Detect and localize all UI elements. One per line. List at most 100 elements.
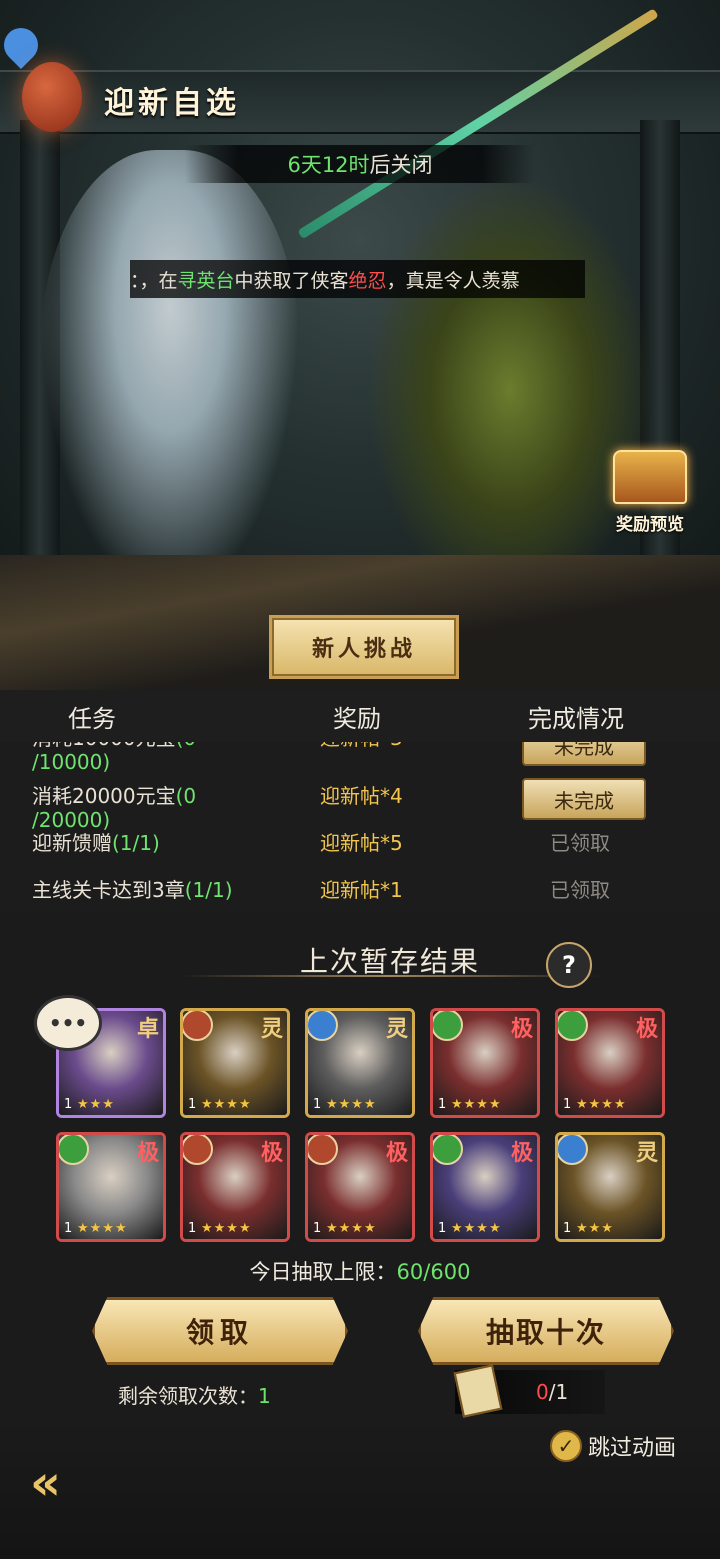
task-status-button[interactable]: 未完成 bbox=[522, 742, 646, 766]
hero-card[interactable]: 极 1 ★★★★ bbox=[555, 1008, 665, 1118]
header-reward: 奖励 bbox=[333, 704, 381, 733]
hero-grade: 灵 bbox=[385, 1017, 408, 1042]
checkbox-checked-icon[interactable]: ✓ bbox=[550, 1430, 582, 1462]
task-text: 消耗20000元宝(0/20000) bbox=[32, 784, 292, 832]
reward-preview-button[interactable]: 奖励预览 bbox=[600, 450, 700, 545]
task-progress: (1/1) bbox=[112, 831, 160, 855]
hero-level: 1 bbox=[313, 1097, 322, 1112]
marquee-hero: 绝忍 bbox=[348, 269, 387, 292]
ticket-have: 0 bbox=[536, 1380, 549, 1404]
hero-grade: 极 bbox=[635, 1017, 658, 1042]
hero-card[interactable]: 灵 1 ★★★ bbox=[555, 1132, 665, 1242]
task-name: 主线关卡达到3章 bbox=[32, 878, 185, 902]
faction-icon bbox=[558, 1135, 588, 1165]
hero-stars: ★★★ bbox=[576, 1221, 614, 1236]
hero-stars: ★★★★ bbox=[326, 1221, 377, 1236]
task-progress: /10000) bbox=[32, 750, 111, 774]
faction-icon bbox=[558, 1011, 588, 1041]
task-list[interactable]: 消耗10000元宝(0/10000) 迎新帖*3 未完成 消耗20000元宝(0… bbox=[0, 742, 720, 912]
task-name: 迎新馈赠 bbox=[32, 831, 112, 855]
task-progress: (0 bbox=[175, 784, 197, 808]
marquee-suffix: ，真是令人羡慕 bbox=[386, 269, 520, 292]
hero-card[interactable]: 极 1 ★★★★ bbox=[56, 1132, 166, 1242]
remaining-claims: 剩余领取次数：1 bbox=[118, 1380, 271, 1409]
lantern-icon bbox=[22, 62, 82, 132]
hero-level: 1 bbox=[438, 1097, 447, 1112]
hero-card[interactable]: 灵 1 ★★★★ bbox=[180, 1008, 290, 1118]
last-result-title: 上次暂存结果 bbox=[300, 945, 481, 978]
skip-animation-toggle[interactable]: ✓ 跳过动画 bbox=[550, 1430, 676, 1462]
hero-grade: 极 bbox=[260, 1141, 283, 1166]
faction-icon bbox=[59, 1135, 89, 1165]
hero-level: 1 bbox=[188, 1097, 197, 1112]
task-text: 主线关卡达到3章(1/1) bbox=[32, 878, 312, 902]
newcomer-challenge-tab[interactable]: 新人挑战 bbox=[272, 618, 456, 676]
hero-card[interactable]: 极 1 ★★★★ bbox=[430, 1132, 540, 1242]
daily-draw-limit: 今日抽取上限：60/600 bbox=[0, 1256, 720, 1286]
hero-stars: ★★★★ bbox=[576, 1097, 627, 1112]
faction-icon bbox=[433, 1011, 463, 1041]
task-text: 迎新馈赠(1/1) bbox=[32, 831, 292, 855]
hero-card[interactable]: 极 1 ★★★★ bbox=[430, 1008, 540, 1118]
hero-grade: 极 bbox=[385, 1141, 408, 1166]
marquee-middle: 中获取了侠客 bbox=[234, 269, 349, 292]
task-status-button[interactable]: 未完成 bbox=[522, 778, 646, 820]
task-progress: /20000) bbox=[32, 808, 111, 832]
ticket-need: /1 bbox=[548, 1380, 569, 1404]
marquee-place: 寻英台 bbox=[177, 269, 235, 292]
hero-level: 1 bbox=[188, 1221, 197, 1236]
ticket-count: 0/1 bbox=[536, 1380, 568, 1404]
faction-icon bbox=[308, 1011, 338, 1041]
faction-icon bbox=[183, 1135, 213, 1165]
limit-label: 今日抽取上限： bbox=[249, 1260, 397, 1284]
hero-grade: 极 bbox=[510, 1017, 533, 1042]
hero-card[interactable]: 极 1 ★★★★ bbox=[305, 1132, 415, 1242]
hero-card[interactable]: 灵 1 ★★★★ bbox=[305, 1008, 415, 1118]
task-text: 消耗10000元宝(0/10000) bbox=[32, 742, 292, 774]
hero-grade: 灵 bbox=[635, 1141, 658, 1166]
draw-ten-button[interactable]: 抽取十次 bbox=[418, 1297, 674, 1365]
help-icon[interactable]: ? bbox=[546, 942, 592, 988]
back-arrow-icon[interactable]: « bbox=[30, 1455, 110, 1515]
hero-stars: ★★★★ bbox=[201, 1221, 252, 1236]
header-status: 完成情况 bbox=[528, 704, 624, 733]
hero-level: 1 bbox=[313, 1221, 322, 1236]
task-name: 消耗20000元宝 bbox=[32, 784, 176, 808]
hero-card[interactable]: 极 1 ★★★★ bbox=[180, 1132, 290, 1242]
task-name: 消耗10000元宝 bbox=[32, 742, 176, 750]
task-progress: (1/1) bbox=[184, 878, 233, 902]
task-reward: 迎新帖*5 bbox=[320, 831, 403, 855]
treasure-chest-icon bbox=[613, 450, 687, 504]
task-table-header: 任务 奖励 完成情况 bbox=[0, 690, 720, 742]
faction-icon bbox=[183, 1011, 213, 1041]
task-progress: (0 bbox=[176, 742, 197, 750]
hero-stars: ★★★★ bbox=[326, 1097, 377, 1112]
hero-grade: 灵 bbox=[260, 1017, 283, 1042]
faction-icon bbox=[308, 1135, 338, 1165]
faction-icon bbox=[433, 1135, 463, 1165]
hero-level: 1 bbox=[64, 1097, 73, 1112]
countdown-suffix: 后关闭 bbox=[369, 153, 433, 177]
hero-level: 1 bbox=[438, 1221, 447, 1236]
task-reward: 迎新帖*4 bbox=[320, 784, 403, 808]
countdown-value: 6天12时 bbox=[287, 153, 370, 177]
hero-level: 1 bbox=[64, 1221, 73, 1236]
marquee-prefix: ：，在 bbox=[130, 269, 178, 292]
chat-bubble-icon[interactable]: ••• bbox=[34, 995, 102, 1051]
claim-button[interactable]: 领取 bbox=[92, 1297, 348, 1365]
task-reward: 迎新帖*1 bbox=[320, 878, 403, 902]
hero-grade: 卓 bbox=[136, 1017, 159, 1042]
hero-level: 1 bbox=[563, 1097, 572, 1112]
task-status-done: 已领取 bbox=[550, 878, 610, 902]
limit-value: 60/600 bbox=[396, 1260, 471, 1284]
page-title: 迎新自选 bbox=[104, 86, 240, 121]
reward-preview-label: 奖励预览 bbox=[616, 515, 684, 535]
hero-figure-left bbox=[40, 150, 300, 600]
hero-level: 1 bbox=[563, 1221, 572, 1236]
task-status-done: 已领取 bbox=[550, 831, 610, 855]
remain-label: 剩余领取次数： bbox=[118, 1384, 258, 1408]
skip-animation-label: 跳过动画 bbox=[588, 1436, 677, 1461]
hero-grade: 极 bbox=[136, 1141, 159, 1166]
hero-stars: ★★★★ bbox=[451, 1097, 502, 1112]
countdown-bar: 6天12时 后关闭 bbox=[185, 145, 535, 183]
